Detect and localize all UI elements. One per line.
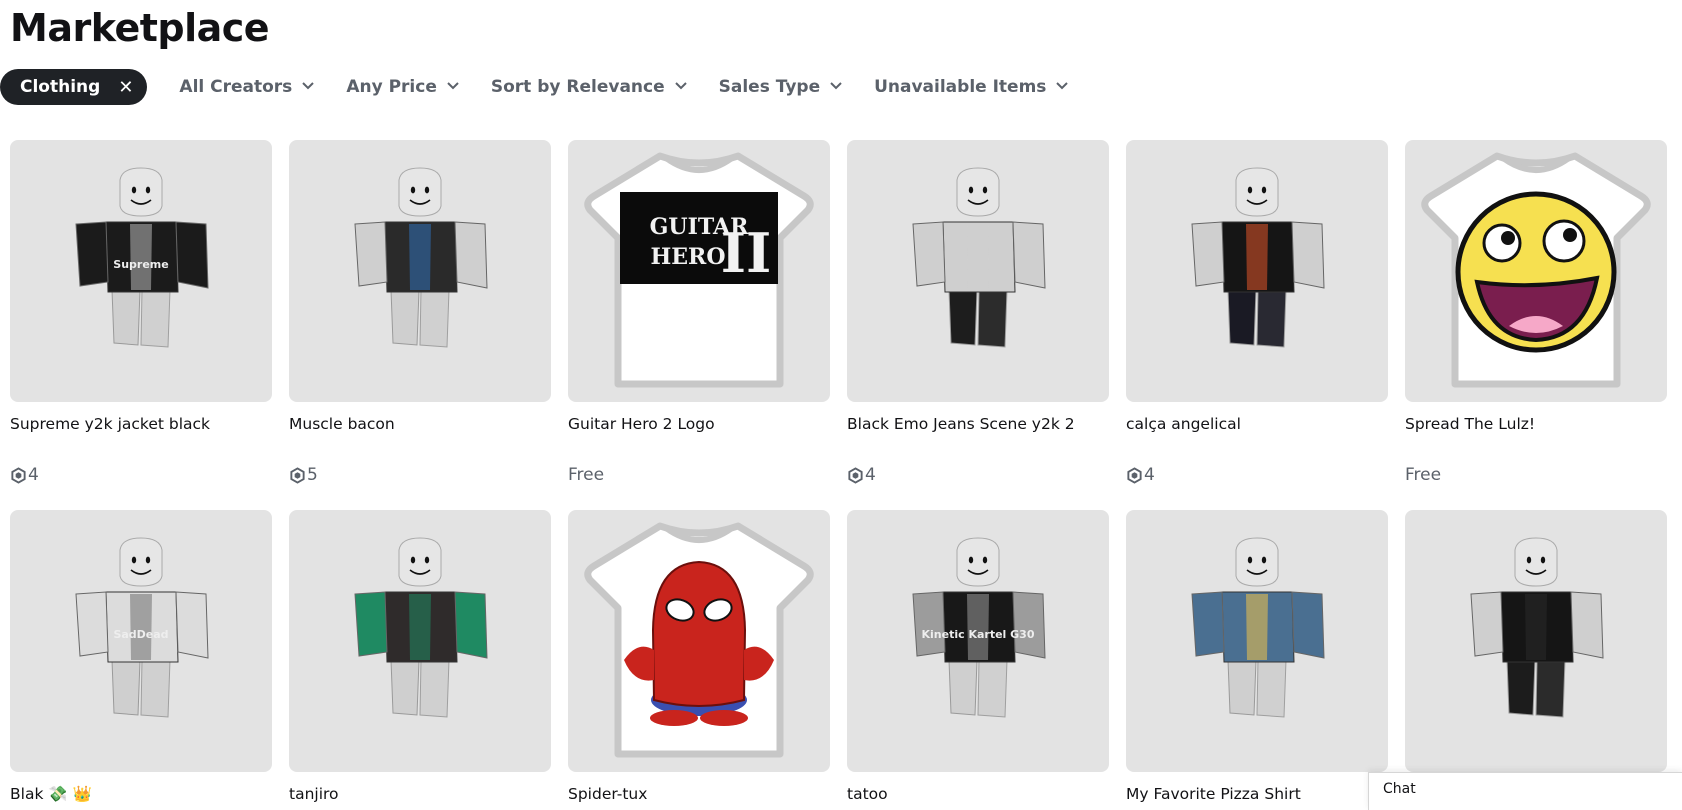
price-value: 4	[28, 465, 39, 485]
item-card[interactable]: Muscle bacon 5	[289, 140, 551, 485]
avatar-thumbnail: SadDead	[75, 537, 209, 718]
shirt-graphic-text: II	[721, 221, 772, 285]
item-price: Free	[568, 465, 604, 485]
item-thumbnail[interactable]	[1405, 140, 1667, 402]
dropdown-label: Any Price	[346, 77, 437, 97]
price-dropdown[interactable]: Any Price	[346, 77, 459, 97]
dropdown-label: Unavailable Items	[874, 77, 1047, 97]
filter-bar: Clothing ✕ All Creators Any Price Sort b…	[0, 69, 1069, 105]
avatar-thumbnail	[354, 167, 488, 348]
item-name[interactable]: Blak 💸 👑	[10, 785, 272, 803]
chevron-down-icon	[674, 75, 687, 95]
clothing-filter-chip[interactable]: Clothing ✕	[0, 69, 148, 105]
sort-dropdown[interactable]: Sort by Relevance	[491, 77, 687, 97]
avatar-thumbnail	[354, 537, 488, 718]
tshirt-thumbnail	[1421, 152, 1651, 388]
price-value: Free	[568, 465, 605, 485]
dropdown-label: Sort by Relevance	[490, 77, 665, 97]
price-value: 4	[1144, 465, 1155, 485]
price-value: 5	[307, 465, 318, 485]
item-card[interactable]: calça angelical 4	[1126, 140, 1388, 485]
item-name[interactable]: My Favorite Pizza Shirt	[1126, 785, 1388, 803]
dropdown-label: Sales Type	[718, 77, 821, 97]
dropdown-label: All Creators	[179, 77, 293, 97]
chevron-down-icon	[447, 75, 459, 95]
chevron-down-icon	[830, 75, 842, 95]
shirt-graphic-text: HERO	[650, 244, 725, 270]
chevron-down-icon	[302, 75, 315, 95]
item-price: 4	[847, 465, 876, 485]
chat-button[interactable]: Chat	[1368, 772, 1682, 810]
close-icon[interactable]: ✕	[118, 77, 133, 98]
creators-dropdown[interactable]: All Creators	[179, 75, 315, 97]
item-name[interactable]: Supreme y2k jacket black	[10, 415, 272, 433]
item-name[interactable]: tatoo	[847, 785, 1109, 803]
item-name[interactable]: calça angelical	[1126, 415, 1388, 433]
item-card[interactable]: tanjiro	[289, 510, 551, 803]
item-thumbnail[interactable]	[847, 140, 1109, 402]
item-card[interactable]: Spread The Lulz! Free	[1405, 140, 1667, 485]
chevron-down-icon	[1056, 75, 1069, 95]
item-card[interactable]: Spider-tux	[568, 510, 830, 803]
item-name[interactable]: Spider-tux	[568, 785, 830, 803]
shirt-graphic-text: SadDead	[113, 628, 168, 641]
avatar-thumbnail	[1191, 537, 1325, 718]
item-price: 4	[1126, 465, 1155, 485]
item-thumbnail[interactable]	[1126, 510, 1388, 772]
item-card[interactable]: SadDead Blak 💸 👑	[10, 510, 272, 803]
item-thumbnail[interactable]	[1126, 140, 1388, 402]
robux-icon	[290, 466, 305, 484]
avatar-thumbnail	[1470, 537, 1604, 718]
price-value: 4	[865, 465, 876, 485]
item-name[interactable]: Spread The Lulz!	[1405, 415, 1667, 433]
item-price: 5	[289, 465, 318, 485]
shirt-graphic-text: Kinetic Kartel G30	[922, 628, 1035, 641]
item-name[interactable]: tanjiro	[289, 785, 551, 803]
robux-icon	[11, 466, 26, 484]
item-card[interactable]: Black Emo Jeans Scene y2k 2 4	[847, 140, 1109, 485]
item-name[interactable]: Black Emo Jeans Scene y2k 2	[847, 415, 1109, 433]
sales-type-dropdown[interactable]: Sales Type	[719, 77, 842, 97]
shirt-graphic-text: Supreme	[113, 258, 168, 271]
item-thumbnail[interactable]	[568, 510, 830, 772]
item-thumbnail[interactable]: Supreme	[10, 140, 272, 402]
avatar-thumbnail	[1191, 167, 1325, 348]
robux-icon	[1127, 466, 1142, 484]
avatar-thumbnail: Supreme	[75, 167, 209, 348]
page-title: Marketplace	[10, 6, 270, 50]
item-thumbnail[interactable]: GUITAR HERO II	[568, 140, 830, 402]
item-thumbnail[interactable]	[1405, 510, 1667, 772]
tshirt-thumbnail: GUITARHEROII	[584, 152, 814, 388]
item-thumbnail[interactable]	[289, 510, 551, 772]
item-thumbnail[interactable]: Kinetic Kartel G30	[847, 510, 1109, 772]
item-card[interactable]: Kinetic Kartel G30 tatoo	[847, 510, 1109, 803]
item-card[interactable]	[1405, 510, 1667, 772]
item-thumbnail[interactable]	[289, 140, 551, 402]
item-card[interactable]: My Favorite Pizza Shirt	[1126, 510, 1388, 803]
item-card[interactable]: Supreme Supreme y2k jacket black 4	[10, 140, 272, 485]
item-price: 4	[10, 465, 39, 485]
chip-label: Clothing	[20, 77, 101, 97]
robux-icon	[848, 466, 863, 484]
item-name[interactable]: Guitar Hero 2 Logo	[568, 415, 830, 433]
item-thumbnail[interactable]: SadDead	[10, 510, 272, 772]
avatar-thumbnail: Kinetic Kartel G30	[912, 537, 1046, 718]
tshirt-thumbnail	[584, 522, 814, 758]
item-card[interactable]: GUITAR HERO II Guitar Hero 2 Logo Free	[568, 140, 830, 485]
avatar-thumbnail	[912, 167, 1046, 348]
unavailable-items-dropdown[interactable]: Unavailable Items	[874, 75, 1069, 97]
item-price: Free	[1405, 465, 1441, 485]
item-name[interactable]: Muscle bacon	[289, 415, 551, 433]
price-value: Free	[1405, 465, 1442, 485]
